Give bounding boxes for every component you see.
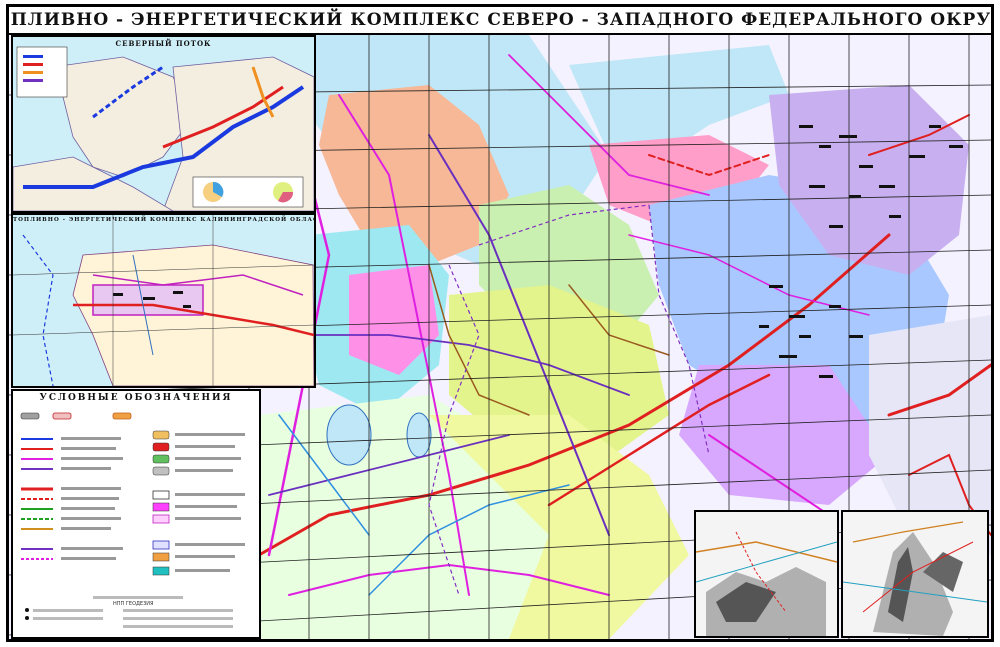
- inset-kaliningrad-title: ТОПЛИВНО - ЭНЕРГЕТИЧЕСКИЙ КОМПЛЕКС КАЛИН…: [13, 217, 316, 223]
- inset-kaliningrad[interactable]: ТОПЛИВНО - ЭНЕРГЕТИЧЕСКИЙ КОМПЛЕКС КАЛИН…: [11, 213, 316, 388]
- legend-footer: НПП ГЕОДЕЗИЯ: [113, 601, 154, 607]
- inset-nord-stream[interactable]: СЕВЕРНЫЙ ПОТОК: [11, 35, 316, 213]
- inset-nord-stream-title: СЕВЕРНЫЙ ПОТОК: [115, 39, 212, 48]
- lake-onega: [406, 412, 432, 458]
- legend-panel[interactable]: УСЛОВНЫЕ ОБОЗНАЧЕНИЯ НПП ГЕОДЕЗИЯ: [11, 389, 261, 639]
- title-bar: ТОПЛИВНО - ЭНЕРГЕТИЧЕСКИЙ КОМПЛЕКС СЕВЕР…: [9, 7, 991, 35]
- lake-ladoga: [326, 404, 372, 466]
- inset-bottom-right-1[interactable]: [694, 510, 839, 638]
- inset-bottom-right-2[interactable]: [841, 510, 989, 638]
- map-frame: ТОПЛИВНО - ЭНЕРГЕТИЧЕСКИЙ КОМПЛЕКС СЕВЕР…: [6, 4, 994, 642]
- map-title: ТОПЛИВНО - ЭНЕРГЕТИЧЕСКИЙ КОМПЛЕКС СЕВЕР…: [6, 10, 994, 30]
